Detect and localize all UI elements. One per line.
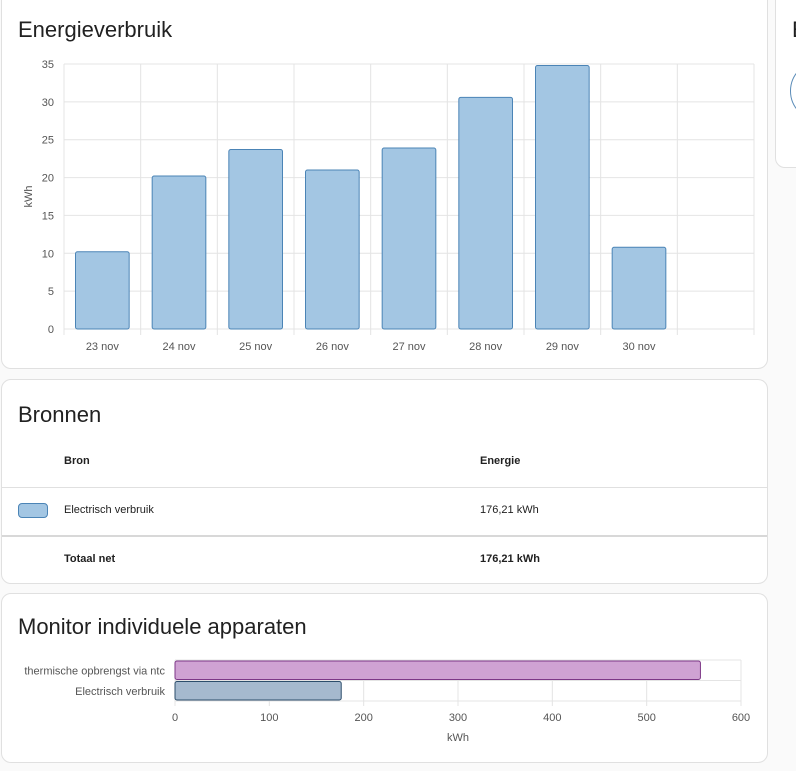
total-value: 176,21 kWh	[480, 553, 540, 565]
table-divider	[2, 535, 767, 537]
sources-card: Bronnen Bron Energie Electrisch verbruik…	[1, 379, 768, 584]
x-tick-label: 27 nov	[392, 341, 426, 353]
x-tick-label: 26 nov	[316, 341, 350, 353]
y-tick-label: 10	[42, 248, 54, 260]
gauge-circle-icon	[790, 61, 796, 121]
device-monitor-card: Monitor individuele apparaten 0 100 200 300…	[1, 593, 768, 763]
device-bar-chart: 0 100 200 300 400 500 600 kWh thermische opbreng…	[24, 659, 750, 744]
table-divider	[2, 487, 767, 488]
y-tick-label: thermische opbrengst via ntc	[24, 665, 165, 677]
bar-28-nov	[458, 96, 514, 330]
source-label: Electrisch verbruik	[64, 504, 154, 516]
bar-29-nov	[535, 65, 590, 330]
partial-right-card: E	[775, 0, 796, 168]
y-tick-label: 5	[48, 286, 54, 298]
device-bar-1	[174, 660, 701, 680]
energy-usage-card: Energieverbruik 0 5 10 15 20 25 30 35 kWh 23 nov 2…	[1, 0, 768, 369]
device-bar-2	[174, 681, 342, 701]
bar-23-nov	[75, 251, 130, 330]
bar-27-nov	[381, 147, 437, 330]
bar-30-nov	[611, 246, 667, 330]
x-tick-label: 29 nov	[546, 341, 580, 353]
x-tick-label: 28 nov	[469, 341, 503, 353]
y-tick-label: 35	[42, 59, 54, 71]
x-tick-label: 500	[637, 712, 655, 724]
x-tick-label: 400	[543, 712, 561, 724]
x-tick-label: 200	[354, 712, 372, 724]
bar-26-nov	[305, 169, 360, 330]
x-tick-label: 0	[172, 712, 178, 724]
y-tick-label: 25	[42, 135, 54, 147]
x-tick-label: 23 nov	[86, 341, 120, 353]
column-header-energy: Energie	[480, 455, 521, 467]
y-tick-label: 0	[48, 324, 54, 336]
y-axis-label: kWh	[23, 186, 35, 208]
source-color-swatch	[18, 503, 48, 518]
x-tick-label: 24 nov	[162, 341, 196, 353]
y-tick-label: Electrisch verbruik	[75, 686, 165, 698]
x-tick-label: 25 nov	[239, 341, 273, 353]
sources-title: Bronnen	[18, 402, 102, 427]
bar-25-nov	[228, 149, 283, 330]
y-tick-label: 15	[42, 210, 54, 222]
total-label: Totaal net	[64, 553, 116, 565]
column-header-source: Bron	[64, 455, 90, 467]
x-tick-label: 600	[732, 712, 750, 724]
x-tick-label: 300	[449, 712, 467, 724]
x-tick-label: 30 nov	[622, 341, 656, 353]
y-tick-label: 30	[42, 97, 54, 109]
energy-bar-chart: 0 5 10 15 20 25 30 35 kWh 23 nov 24 nov 25 nov 26 no…	[23, 59, 755, 353]
y-tick-label: 20	[42, 173, 54, 185]
x-tick-label: 100	[260, 712, 278, 724]
source-value: 176,21 kWh	[480, 504, 539, 516]
partial-card-title: E	[792, 17, 796, 43]
bar-24-nov	[151, 175, 207, 330]
x-axis-label: kWh	[447, 732, 469, 744]
